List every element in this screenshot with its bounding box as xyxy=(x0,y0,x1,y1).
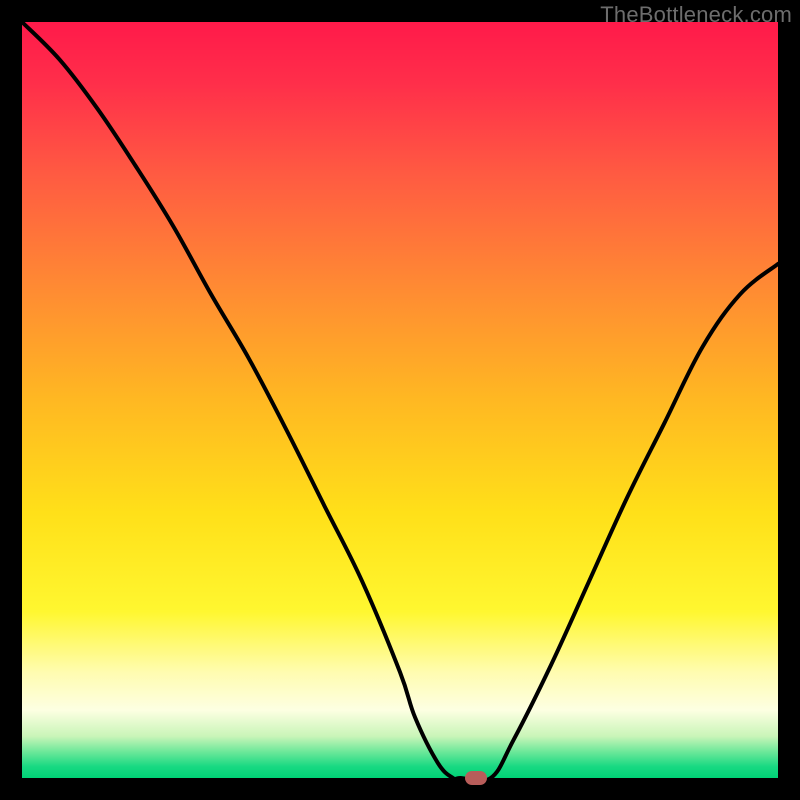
watermark-text: TheBottleneck.com xyxy=(600,2,792,28)
plot-area xyxy=(22,22,778,778)
optimal-point-marker xyxy=(465,771,487,785)
chart-frame: TheBottleneck.com xyxy=(0,0,800,800)
bottleneck-curve xyxy=(22,22,778,778)
